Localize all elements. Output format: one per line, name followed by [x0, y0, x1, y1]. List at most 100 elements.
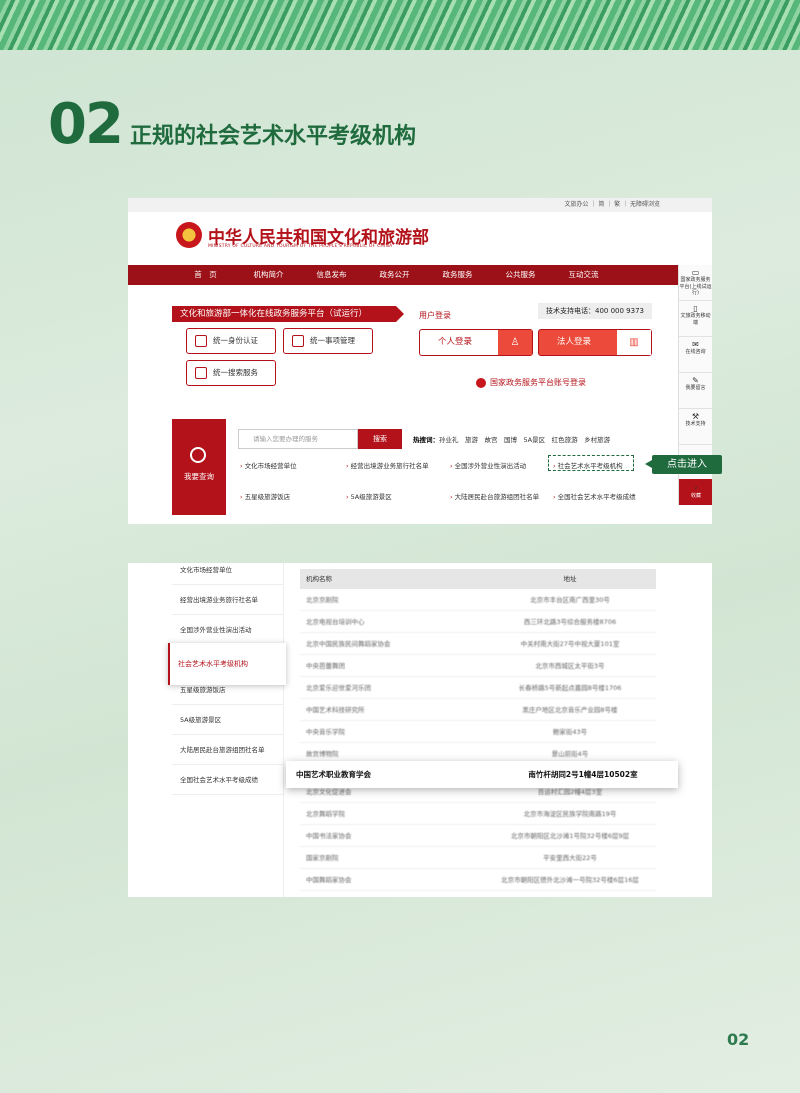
sidebar-message[interactable]: ✎ 我要留言 — [679, 373, 712, 409]
cell-address: 北京市朝阳区北沙滩1号院32号楼6层9层 — [510, 832, 630, 840]
category-menu: 文化市场经营单位 经营出境游业务旅行社名单 全国涉外营业性演出活动 五星级旅游饭… — [172, 563, 284, 897]
menu-item[interactable]: 经营出境游业务旅行社名单 — [172, 585, 284, 615]
chevron-right-icon: › — [694, 483, 698, 492]
cell-address: 西三环北路3号综合服务楼8706 — [523, 618, 617, 626]
nav-home[interactable]: 首 页 — [174, 265, 237, 285]
hot-search-words: 热搜词：孙业礼 旅游 故宫 国博 5A景区 红色旅游 乡村旅游 — [413, 436, 611, 444]
highlighted-name: 中国艺术职业教育学会 — [296, 770, 371, 779]
table-header: 机构名称 地址 — [300, 569, 656, 589]
table-row[interactable]: 中国舞蹈家协会 北京市朝阳区德外北沙滩一号院32号楼6层16层 — [300, 869, 656, 891]
sidebar-tech-support[interactable]: ⚒ 技术支持 — [679, 409, 712, 445]
table-row[interactable]: 北京舞蹈学院 北京市海淀区民族学院南路19号 — [300, 803, 656, 825]
table-row[interactable]: 国家京剧院 平安里西大街22号 — [300, 847, 656, 869]
cell-address: 北京市西城区太平街3号 — [535, 662, 605, 670]
menu-item-active[interactable]: 社会艺术水平考级机构 — [168, 643, 286, 685]
table-row[interactable]: 中央音乐学院 鲍家街43号 — [300, 721, 656, 743]
nav-about[interactable]: 机构简介 — [237, 265, 300, 285]
main-nav: 首 页 机构简介 信息发布 政务公开 政务服务 公共服务 互动交流 — [128, 265, 678, 285]
table-row[interactable]: 中央芭蕾舞团 北京市西城区太平街3号 — [300, 655, 656, 677]
sidebar-favorite-button[interactable]: › 收藏 — [679, 479, 712, 505]
table-row[interactable]: 北京京剧院 北京市丰台区南广西里30号 — [300, 589, 656, 611]
cell-name: 中国舞蹈家协会 — [306, 876, 352, 884]
quick-link-foreign-performances[interactable]: 全国涉外营业性演出活动 — [450, 460, 527, 470]
unified-search-button[interactable]: 统一搜索服务 — [186, 360, 276, 386]
national-emblem-icon — [176, 222, 202, 248]
quick-link-five-star-hotels[interactable]: 五星级旅游饭店 — [240, 491, 291, 501]
cell-address: 北京市海淀区民族学院南路19号 — [523, 810, 617, 818]
table-row[interactable]: 中国艺术科技研究所 黑庄户地区北京音乐产业园8号楼 — [300, 699, 656, 721]
unified-auth-button[interactable]: 统一身份认证 — [186, 328, 276, 354]
nav-public-services[interactable]: 公共服务 — [489, 265, 552, 285]
search-button[interactable]: 搜索 — [358, 429, 402, 449]
menu-item[interactable]: 文化市场经营单位 — [172, 563, 284, 585]
document-icon — [292, 335, 304, 347]
pen-icon: ✎ — [692, 376, 699, 385]
login-title: 用户登录 — [419, 311, 451, 320]
personal-login-button[interactable]: 个人登录 ♙ — [419, 329, 533, 356]
corporate-login-button[interactable]: 法人登录 ▥ — [538, 329, 652, 356]
phone-icon: ▯ — [693, 304, 698, 313]
person-icon: ♙ — [498, 330, 532, 355]
page-background — [0, 0, 800, 1093]
table-row[interactable]: 北京爱乐迎世爱河乐团 长春桥路5号新起点嘉园8号楼1706 — [300, 677, 656, 699]
header-address: 地址 — [563, 575, 577, 583]
cell-name: 北京舞蹈学院 — [306, 810, 345, 818]
cell-address: 鲍家街43号 — [552, 728, 588, 736]
cell-address: 长春桥路5号新起点嘉园8号楼1706 — [518, 684, 622, 692]
cell-name: 中央音乐学院 — [306, 728, 345, 736]
cell-name: 北京电视台培训中心 — [306, 618, 365, 626]
menu-item[interactable]: 全国社会艺术水平考级成绩 — [172, 765, 284, 795]
monitor-icon: ▭ — [691, 268, 700, 277]
nav-news[interactable]: 信息发布 — [300, 265, 363, 285]
sidebar-mobile[interactable]: ▯ 文旅政务移动端 — [679, 301, 712, 337]
institution-list-screenshot: 文化市场经营单位 经营出境游业务旅行社名单 全国涉外营业性演出活动 五星级旅游饭… — [128, 563, 712, 897]
tools-icon: ⚒ — [691, 412, 700, 421]
quick-link-outbound-agencies[interactable]: 经营出境游业务旅行社名单 — [346, 460, 429, 470]
utility-links[interactable]: 文旅办公 ｜ 简 ｜ 繁 ｜ 无障碍浏览 — [128, 198, 712, 212]
table-row[interactable]: 北京电视台培训中心 西三环北路3号综合服务楼8706 — [300, 611, 656, 633]
quick-link-art-exam-results[interactable]: 全国社会艺术水平考级成绩 — [553, 491, 636, 501]
cell-name: 北京京剧院 — [306, 596, 339, 604]
cell-name: 北京爱乐迎世爱河乐团 — [306, 684, 371, 692]
unified-items-button[interactable]: 统一事项管理 — [283, 328, 373, 354]
tech-support-phone: 技术支持电话：400 000 9373 — [538, 303, 652, 319]
quick-link-taiwan-tour-groups[interactable]: 大陆居民赴台旅游组团社名单 — [450, 491, 540, 501]
hot-words-links[interactable]: 孙业礼 旅游 故宫 国博 5A景区 红色旅游 乡村旅游 — [439, 436, 610, 444]
platform-banner: 文化和旅游部一体化在线政务服务平台（试运行） — [172, 306, 404, 322]
cell-name: 北京中国民族民间舞蹈家协会 — [306, 640, 391, 648]
service-search-input[interactable]: 请输入您要办理的服务 — [238, 429, 358, 449]
sidebar-consult[interactable]: ✉ 在线咨询 — [679, 337, 712, 373]
gov-platform-login-link[interactable]: 国家政务服务平台账号登录 — [476, 377, 586, 388]
cell-name: 国家京剧院 — [306, 854, 339, 862]
nav-interaction[interactable]: 互动交流 — [552, 265, 615, 285]
cell-address: 北京市丰台区南广西里30号 — [530, 596, 610, 604]
ministry-homepage-screenshot: 文旅办公 ｜ 简 ｜ 繁 ｜ 无障碍浏览 中华人民共和国文化和旅游部 MINIS… — [128, 198, 712, 524]
query-panel[interactable]: 我要查询 — [172, 419, 226, 515]
building-icon: ▥ — [617, 330, 651, 355]
section-number: 02 — [48, 92, 124, 157]
search-icon — [195, 367, 207, 379]
click-to-enter-callout: 点击进入 — [645, 455, 722, 474]
cell-name: 中国艺术科技研究所 — [306, 706, 365, 714]
page-number: 02 — [727, 1030, 750, 1049]
menu-item[interactable]: 5A级旅游景区 — [172, 705, 284, 735]
cell-address: 中关村南大街27号中视大厦101室 — [520, 640, 620, 648]
menu-item[interactable]: 大陆居民赴台旅游组团社名单 — [172, 735, 284, 765]
cell-name: 中央芭蕾舞团 — [306, 662, 345, 670]
highlight-dashed-box — [548, 455, 634, 471]
nav-gov-info[interactable]: 政务公开 — [363, 265, 426, 285]
table-row[interactable]: 中国书法家协会 北京市朝阳区北沙滩1号院32号楼6层9层 — [300, 825, 656, 847]
menu-item[interactable]: 全国涉外营业性演出活动 — [172, 615, 284, 645]
quick-link-cultural-market[interactable]: 文化市场经营单位 — [240, 460, 297, 470]
sidebar-gov-platform[interactable]: ▭ 国家政务服务平台(上线试运行) — [679, 265, 712, 301]
section-title: 正规的社会艺术水平考级机构 — [130, 124, 417, 149]
id-card-icon — [195, 335, 207, 347]
table-row[interactable]: 北京中国民族民间舞蹈家协会 中关村南大街27号中视大厦101室 — [300, 633, 656, 655]
quick-link-5a-scenic[interactable]: 5A级旅游景区 — [346, 491, 392, 501]
nav-gov-services[interactable]: 政务服务 — [426, 265, 489, 285]
emblem-icon — [476, 377, 486, 388]
mail-icon: ✉ — [692, 340, 699, 349]
highlighted-row[interactable]: 中国艺术职业教育学会 南竹杆胡同2号1幢4层10502室 — [286, 761, 678, 788]
site-subtitle: MINISTRY OF CULTURE AND TOURISM OF THE P… — [208, 244, 393, 249]
highlighted-address: 南竹杆胡同2号1幢4层10502室 — [528, 770, 638, 779]
